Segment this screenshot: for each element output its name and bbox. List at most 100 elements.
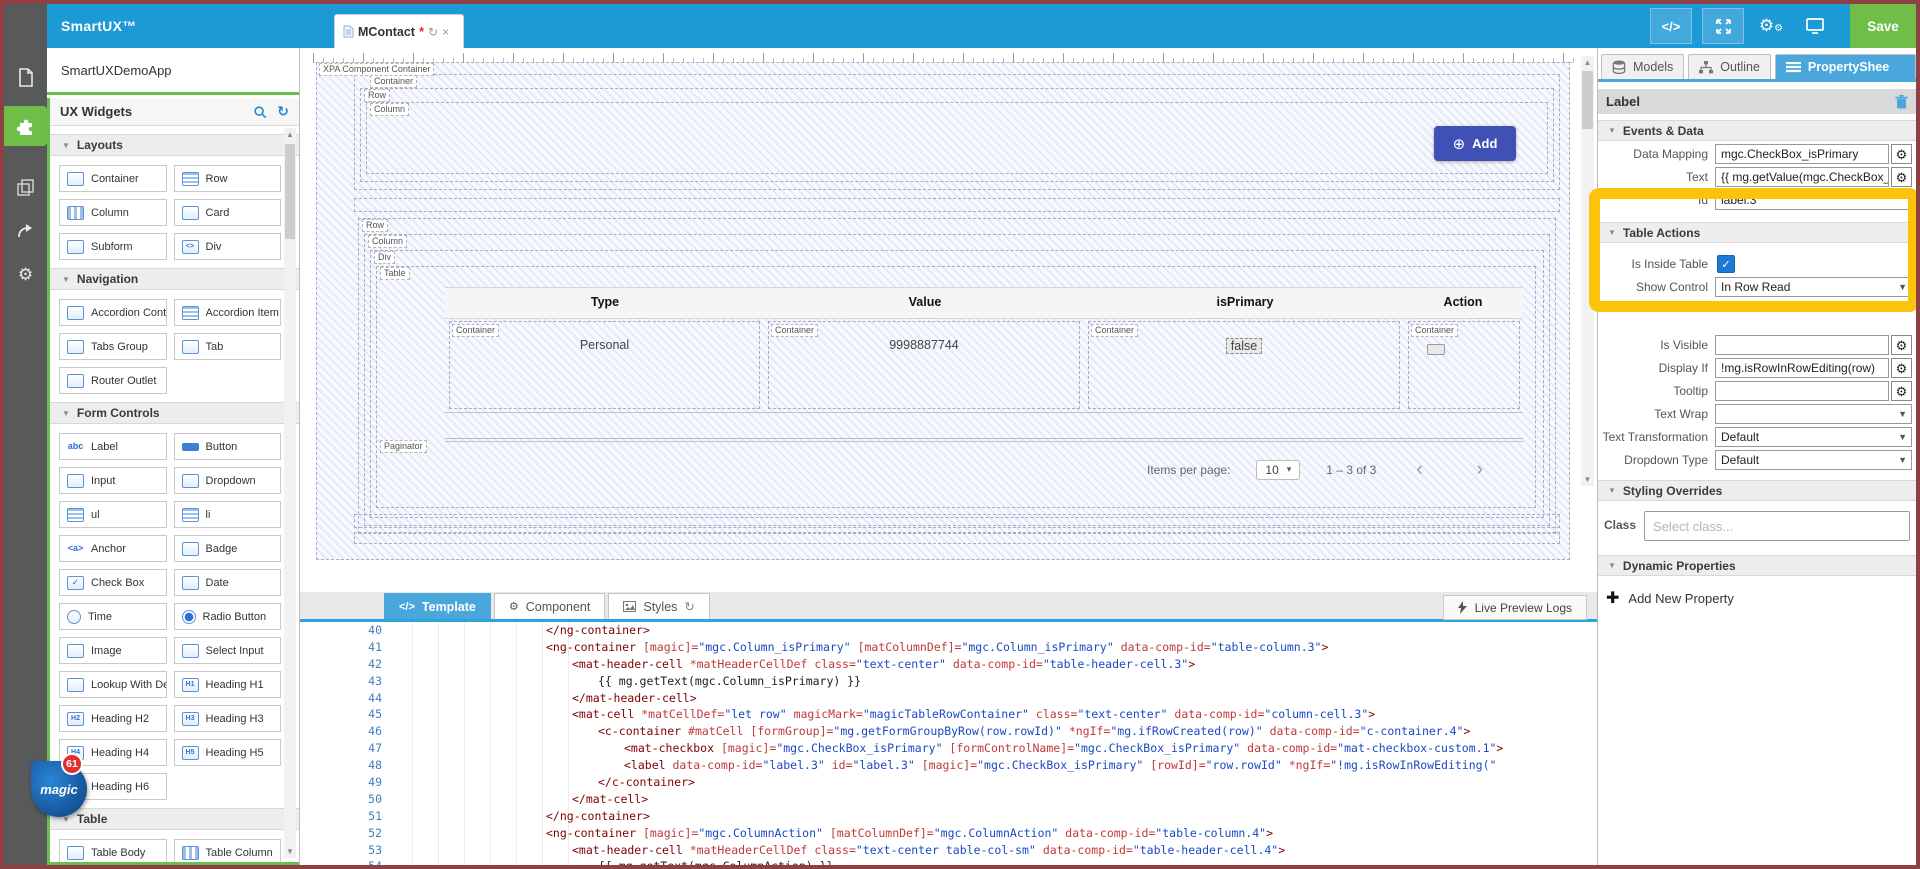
code-line[interactable]: 48 <label data-comp-id="label.3" id="labe… [300, 757, 1597, 774]
share-icon[interactable] [4, 212, 47, 250]
column-box[interactable] [366, 102, 1548, 174]
binding-gear-button[interactable]: ⚙ [1891, 144, 1912, 164]
tab-refresh-icon[interactable]: ↻ [428, 25, 438, 39]
property-input[interactable]: ▼ [1715, 381, 1889, 401]
section-layouts[interactable]: ▼ Layouts [50, 134, 299, 156]
scroll-up-icon[interactable]: ▲ [284, 130, 296, 139]
preview-monitor-button[interactable] [1798, 18, 1832, 34]
code-line[interactable]: 40 </ng-container> [300, 622, 1597, 639]
design-canvas[interactable]: XPA Component Container Container Row Co… [300, 48, 1597, 592]
widget-item[interactable]: Lookup With De... [59, 671, 167, 698]
widget-item[interactable]: Container [59, 165, 167, 192]
scroll-up-icon[interactable]: ▲ [1581, 58, 1594, 67]
code-line[interactable]: 50 </mat-cell> [300, 791, 1597, 808]
section-styling-overrides[interactable]: ▼ Styling Overrides [1598, 480, 1916, 501]
property-input[interactable]: mgc.CheckBox_isPrimary▼ [1715, 144, 1889, 164]
widgets-puzzle-icon[interactable] [4, 106, 47, 146]
code-line[interactable]: 43{{ mg.getText(mgc.Column_isPrimary) }} [300, 673, 1597, 690]
is-inside-table-checkbox[interactable]: ✓ [1717, 255, 1735, 273]
scroll-down-icon[interactable]: ▼ [1581, 475, 1594, 484]
tab-models[interactable]: Models [1601, 54, 1685, 79]
table-header-row[interactable]: Type Value isPrimary Action [445, 287, 1523, 319]
app-name[interactable]: SmartUXDemoApp [47, 48, 299, 95]
code-area[interactable]: 40 </ng-container> 41 <ng-container [magic… [300, 622, 1597, 865]
trash-icon[interactable] [1895, 94, 1908, 109]
selected-label-element[interactable]: false [1225, 338, 1263, 354]
widget-item[interactable]: <> Div [173, 233, 281, 260]
property-input[interactable]: ▼ [1715, 404, 1912, 424]
section-navigation[interactable]: ▼ Navigation [50, 268, 299, 290]
widget-item[interactable]: Button [173, 433, 281, 460]
code-line[interactable]: 44 </mat-header-cell> [300, 690, 1597, 707]
pages-icon[interactable] [4, 58, 47, 96]
widget-item[interactable]: H1 Heading H1 [173, 671, 281, 698]
code-line[interactable]: 49 </c-container> [300, 774, 1597, 791]
binding-gear-button[interactable]: ⚙ [1891, 167, 1912, 187]
code-line[interactable]: 51 </ng-container> [300, 808, 1597, 825]
sidebar-scrollbar[interactable]: ▲ ▼ [284, 128, 296, 858]
tab-property-sheet[interactable]: PropertyShee [1774, 54, 1916, 79]
widget-item[interactable]: Table Body [59, 839, 167, 862]
column-header-action[interactable]: Action [1444, 295, 1483, 309]
widget-item[interactable]: Accordion Item [173, 299, 281, 326]
canvas-scrollbar[interactable]: ▲ ▼ [1581, 56, 1594, 486]
widget-item[interactable]: H5 Heading H5 [173, 739, 281, 766]
tab-component[interactable]: ⚙ Component [493, 593, 606, 619]
widget-item[interactable]: Badge [173, 535, 281, 562]
cell-value-type[interactable]: Personal [450, 338, 759, 352]
tab-outline[interactable]: Outline [1688, 54, 1771, 79]
widget-item[interactable]: Image [59, 637, 167, 664]
code-line[interactable]: 42 <mat-header-cell *matHeaderCellDef cla… [300, 656, 1597, 673]
settings-gear-icon[interactable]: ⚙ [4, 256, 47, 294]
widget-item[interactable]: Tabs Group [59, 333, 167, 360]
widget-item[interactable]: H2 Heading H2 [59, 705, 167, 732]
section-table-actions[interactable]: ▼ Table Actions [1598, 222, 1916, 243]
scrollbar-thumb[interactable] [285, 144, 295, 239]
widget-item[interactable]: abc Label [59, 433, 167, 460]
widget-item[interactable]: Time [59, 603, 167, 630]
property-input[interactable]: ▼ [1715, 335, 1889, 355]
widget-item[interactable]: Table Column [173, 839, 281, 862]
code-line[interactable]: 53 <mat-header-cell *matHeaderCellDef cla… [300, 842, 1597, 859]
property-input[interactable]: {{ mg.getValue(mgc.CheckBox_isPrima▼ [1715, 167, 1889, 187]
widget-item[interactable]: Router Outlet [59, 367, 167, 394]
binding-gear-button[interactable]: ⚙ [1891, 381, 1912, 401]
tab-styles[interactable]: Styles ↻ [608, 593, 710, 619]
widget-item[interactable]: Radio Button [173, 603, 281, 630]
binding-gear-button[interactable]: ⚙ [1891, 335, 1912, 355]
scrollbar-thumb[interactable] [1582, 71, 1593, 129]
empty-row-strip[interactable] [354, 514, 1560, 528]
previous-page-icon[interactable]: ‹ [1402, 459, 1436, 481]
widget-item[interactable]: Card [173, 199, 281, 226]
save-button[interactable]: Save [1850, 4, 1916, 48]
live-preview-logs-button[interactable]: Live Preview Logs [1442, 595, 1587, 620]
cell-value[interactable]: Container 9998887744 [768, 321, 1080, 409]
widget-item[interactable]: Row [173, 165, 281, 192]
cell-value-phone[interactable]: 9998887744 [769, 338, 1079, 352]
widget-item[interactable]: ul [59, 501, 167, 528]
code-view-button[interactable]: </> [1650, 8, 1692, 44]
widget-item[interactable]: Subform [59, 233, 167, 260]
refresh-icon[interactable]: ↻ [277, 103, 289, 120]
widget-item[interactable]: Dropdown [173, 467, 281, 494]
column-header-value[interactable]: Value [909, 295, 942, 309]
copy-icon[interactable] [4, 168, 47, 206]
section-form-controls[interactable]: ▼ Form Controls [50, 402, 299, 424]
cell-type[interactable]: Container Personal [449, 321, 760, 409]
column-header-type[interactable]: Type [591, 295, 619, 309]
cell-action[interactable]: Container [1408, 321, 1520, 409]
widget-item[interactable]: Accordion Conta... [59, 299, 167, 326]
widget-item[interactable]: ✓ Check Box [59, 569, 167, 596]
code-line[interactable]: 45 <mat-cell *matCellDef="let row" magicM… [300, 706, 1597, 723]
expand-button[interactable] [1702, 8, 1744, 44]
widget-item[interactable]: Date [173, 569, 281, 596]
action-cell-icon[interactable] [1427, 344, 1445, 355]
tab-template[interactable]: </> Template [384, 593, 491, 619]
code-line[interactable]: 47 <mat-checkbox [magic]="mgc.CheckBox_is… [300, 740, 1597, 757]
add-button[interactable]: ⊕ Add [1434, 126, 1516, 161]
binding-gear-button[interactable]: ⚙ [1891, 358, 1912, 378]
property-input[interactable]: label.3▼ [1715, 190, 1912, 210]
widget-item[interactable]: H3 Heading H3 [173, 705, 281, 732]
widget-item[interactable]: li [173, 501, 281, 528]
column-header-isprimary[interactable]: isPrimary [1217, 295, 1274, 309]
